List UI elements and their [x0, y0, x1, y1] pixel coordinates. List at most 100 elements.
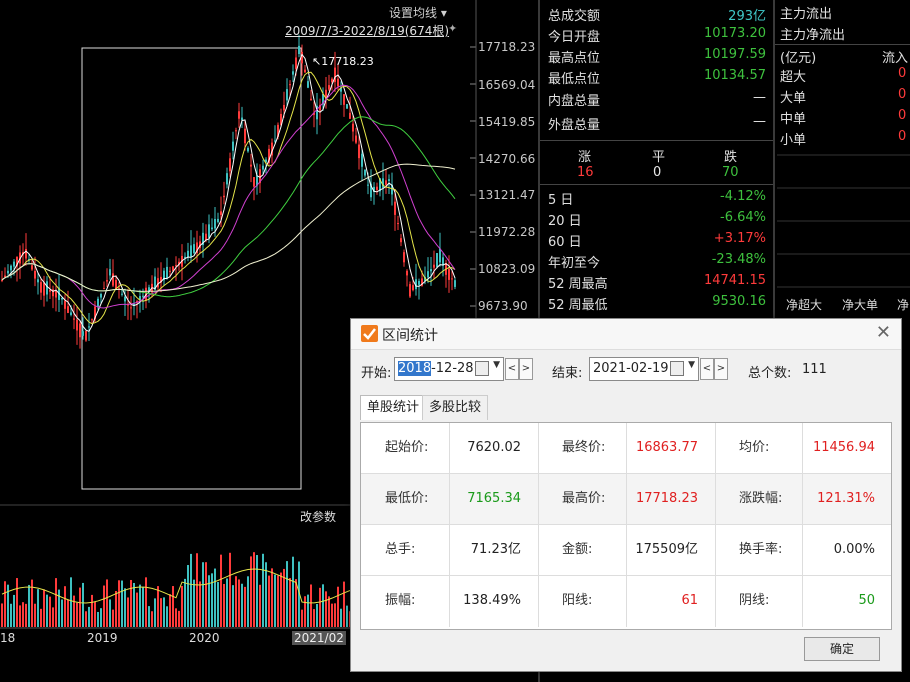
tab-single-stock[interactable]: 单股统计: [360, 395, 427, 420]
candle-body: [454, 280, 456, 287]
candle-body: [241, 117, 243, 121]
volume-bar: [313, 609, 315, 627]
x-tick: 18: [0, 631, 16, 645]
volume-bar: [133, 582, 135, 627]
flow-bottom-2: 净大单: [842, 298, 879, 312]
range-label[interactable]: 2009/7/3-2022/8/19(674根): [285, 22, 449, 39]
volume-bar: [106, 579, 108, 627]
candle-body: [388, 179, 390, 181]
candle-body: [418, 280, 420, 285]
volume-bar: [187, 565, 189, 627]
count-label: 总个数:: [748, 366, 792, 381]
volume-bar: [271, 568, 273, 627]
volume-bar: [4, 581, 6, 627]
perf-row-52w-high: 52 周最高 14741.15: [548, 273, 766, 292]
start-next-button[interactable]: >: [519, 358, 533, 380]
start-date-picker[interactable]: 2018-12-28 ▼: [394, 357, 504, 381]
candle-body: [34, 271, 36, 279]
candle-body: [451, 278, 453, 280]
start-prev-button[interactable]: <: [505, 358, 519, 380]
volume-bar: [226, 578, 228, 627]
candle-body: [427, 271, 429, 278]
row-divider: [540, 184, 773, 185]
count-down: 70: [722, 165, 739, 180]
candle-body: [361, 153, 363, 167]
volume-bar: [64, 586, 66, 627]
volume-bar: [223, 583, 225, 627]
volume-bar: [307, 594, 309, 627]
volume-bar: [199, 581, 201, 627]
volume-bar: [25, 603, 27, 627]
y-tick: 16569.04: [478, 78, 536, 92]
volume-bar: [82, 582, 84, 627]
candle-body: [124, 296, 126, 302]
volume-bar: [76, 602, 78, 627]
volume-bar: [73, 595, 75, 627]
end-prev-button[interactable]: <: [700, 358, 714, 380]
set-ma-button[interactable]: 设置均线 ▾: [389, 4, 447, 21]
perf-row-60d: 60 日 +3.17%: [548, 231, 766, 250]
candle-body: [229, 158, 231, 172]
close-icon[interactable]: ✕: [876, 322, 891, 343]
stat-label: 金额:: [562, 542, 593, 557]
stats-table: 起始价: 7620.02 最终价: 16863.77 均价: 11456.94 最低价: 71…: [360, 422, 892, 630]
candle-body: [433, 264, 435, 268]
volume-bar: [247, 576, 249, 627]
candle-body: [235, 130, 237, 132]
pin-icon[interactable]: ✦: [448, 22, 457, 35]
volume-bar: [160, 598, 162, 627]
ma-line-yearly: [1, 163, 456, 292]
candle-body: [349, 112, 351, 119]
volume-bar: [304, 596, 306, 627]
volume-bar: [319, 587, 321, 627]
ok-button[interactable]: 确定: [804, 637, 880, 661]
candle-body: [298, 45, 300, 55]
change-params-button[interactable]: 改参数: [300, 508, 336, 525]
perf-row-5d: 5 日 -4.12%: [548, 189, 766, 208]
candle-body: [307, 81, 309, 88]
selection-box: [81, 47, 302, 490]
candle-body: [121, 293, 123, 295]
volume-bar: [115, 590, 117, 627]
end-next-button[interactable]: >: [714, 358, 728, 380]
tab-multi-compare[interactable]: 多股比较: [422, 395, 489, 420]
flow-row-xl: 超大: [780, 70, 807, 85]
end-date-picker[interactable]: 2021-02-19 ▼: [589, 357, 699, 381]
candle-body: [211, 227, 213, 230]
candle-body: [328, 85, 330, 90]
candle-body: [283, 104, 285, 111]
volume-bar: [145, 577, 147, 627]
volume-bar: [325, 591, 327, 627]
flow-val-l: 0: [898, 87, 907, 102]
candle-body: [226, 173, 228, 185]
calendar-icon[interactable]: [670, 361, 684, 376]
end-label: 结束:: [552, 366, 583, 381]
candle-body: [412, 285, 414, 291]
volume-bar: [172, 586, 174, 627]
stat-value: 71.23亿: [470, 542, 521, 557]
candle-body: [49, 289, 51, 292]
stat-value: 7620.02: [467, 440, 521, 455]
candle-body: [25, 248, 27, 259]
candle-body: [70, 312, 72, 315]
stat-value: 16863.77: [635, 440, 698, 455]
volume-bar: [184, 578, 186, 627]
candle-body: [304, 69, 306, 73]
candle-body: [238, 111, 240, 119]
volume-bar: [250, 556, 252, 627]
start-year-selected: 2018: [398, 361, 432, 376]
dialog-titlebar[interactable]: 区间统计 ✕: [351, 319, 901, 350]
volume-bar: [148, 606, 150, 627]
candle-body: [130, 307, 132, 309]
y-tick: 10823.09: [478, 262, 536, 276]
volume-bar: [202, 562, 204, 627]
volume-bar: [235, 576, 237, 627]
volume-bar: [328, 596, 330, 627]
col-divider: [802, 423, 803, 627]
chevron-down-icon[interactable]: ▼: [493, 360, 500, 370]
chevron-down-icon[interactable]: ▼: [688, 360, 695, 370]
calendar-icon[interactable]: [475, 361, 489, 376]
candle-body: [406, 270, 408, 276]
panel-divider: [773, 0, 775, 320]
volume-bar: [91, 594, 93, 627]
